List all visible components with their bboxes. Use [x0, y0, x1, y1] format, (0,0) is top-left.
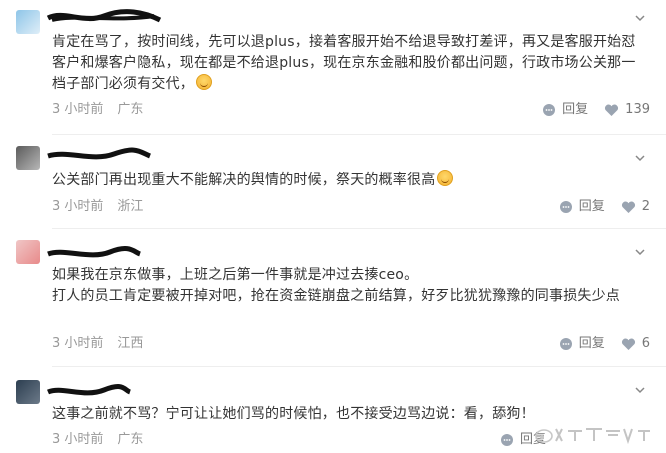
timestamp: 3 小时前 — [52, 336, 104, 351]
chevron-down-icon[interactable] — [634, 384, 646, 396]
timestamp: 3 小时前 — [52, 432, 104, 447]
comment-bubble-icon — [559, 338, 572, 350]
comment-actions: 回复 6 — [543, 335, 650, 353]
location: 广东 — [117, 102, 144, 117]
chevron-down-icon[interactable] — [634, 152, 646, 164]
reply-button[interactable]: 回复 — [559, 198, 605, 216]
username-redacted — [47, 147, 151, 160]
comment-meta: 3 小时前 广东 — [52, 431, 143, 449]
comment-actions: 回复 139 — [526, 101, 650, 119]
username-redacted — [46, 9, 162, 23]
timestamp: 3 小时前 — [52, 199, 104, 214]
watermark-logo — [535, 428, 650, 445]
heart-icon — [621, 201, 635, 213]
location: 广东 — [117, 432, 144, 447]
avatar[interactable] — [16, 10, 40, 34]
heart-icon — [605, 104, 619, 116]
divider — [52, 134, 666, 135]
comment-bubble-icon — [559, 201, 572, 213]
username-redacted — [47, 246, 142, 258]
comment-actions: 回复 2 — [543, 198, 650, 216]
comment-text: 这事之前就不骂？宁可让让她们骂的时候怕，也不接受边骂边说：看，舔狗！ — [52, 406, 535, 422]
avatar[interactable] — [16, 240, 40, 264]
avatar[interactable] — [16, 146, 40, 170]
username-redacted — [47, 384, 132, 396]
comment-text: 公关部门再出现重大不能解决的舆情的时候，祭天的概率很高 — [52, 170, 642, 191]
timestamp: 3 小时前 — [52, 102, 104, 117]
divider — [52, 228, 666, 229]
reply-label: 回复 — [578, 199, 605, 214]
location: 江西 — [117, 336, 144, 351]
like-button[interactable]: 139 — [604, 101, 650, 119]
grin-emoji — [196, 74, 212, 90]
comment-line: 打人的员工肯定要被开掉对吧，抢在资金链崩盘之前结算，好歹比犹犹豫豫的同事损失少点 — [52, 288, 620, 304]
comment-bubble-icon — [500, 434, 513, 446]
comment-text: 如果我在京东做事，上班之后第一件事就是冲过去揍ceo。 打人的员工肯定要被开掉对… — [52, 265, 642, 307]
comment-meta: 3 小时前 广东 — [52, 101, 143, 119]
reply-button[interactable]: 回复 — [559, 335, 605, 353]
avatar[interactable] — [16, 380, 40, 404]
reply-label: 回复 — [578, 336, 605, 351]
comment-line: 如果我在京东做事，上班之后第一件事就是冲过去揍ceo。 — [52, 267, 419, 283]
location: 浙江 — [117, 199, 144, 214]
like-count: 6 — [641, 336, 650, 351]
like-count: 2 — [641, 199, 650, 214]
grin-emoji — [437, 170, 454, 186]
like-count: 139 — [625, 102, 650, 117]
chevron-down-icon[interactable] — [634, 12, 646, 24]
divider — [52, 366, 666, 367]
like-button[interactable]: 6 — [621, 335, 650, 353]
reply-button[interactable]: 回复 — [542, 101, 588, 119]
heart-icon — [621, 338, 635, 350]
comment-text: 肯定在骂了，按时间线，先可以退plus，接着客服开始不给退导致打差评，再又是客服… — [52, 34, 636, 92]
comment-meta: 3 小时前 浙江 — [52, 198, 143, 216]
reply-label: 回复 — [562, 102, 589, 117]
comment-meta: 3 小时前 江西 — [52, 335, 143, 353]
comment-bubble-icon — [543, 104, 556, 116]
like-button[interactable]: 2 — [621, 198, 650, 216]
chevron-down-icon[interactable] — [634, 246, 646, 258]
